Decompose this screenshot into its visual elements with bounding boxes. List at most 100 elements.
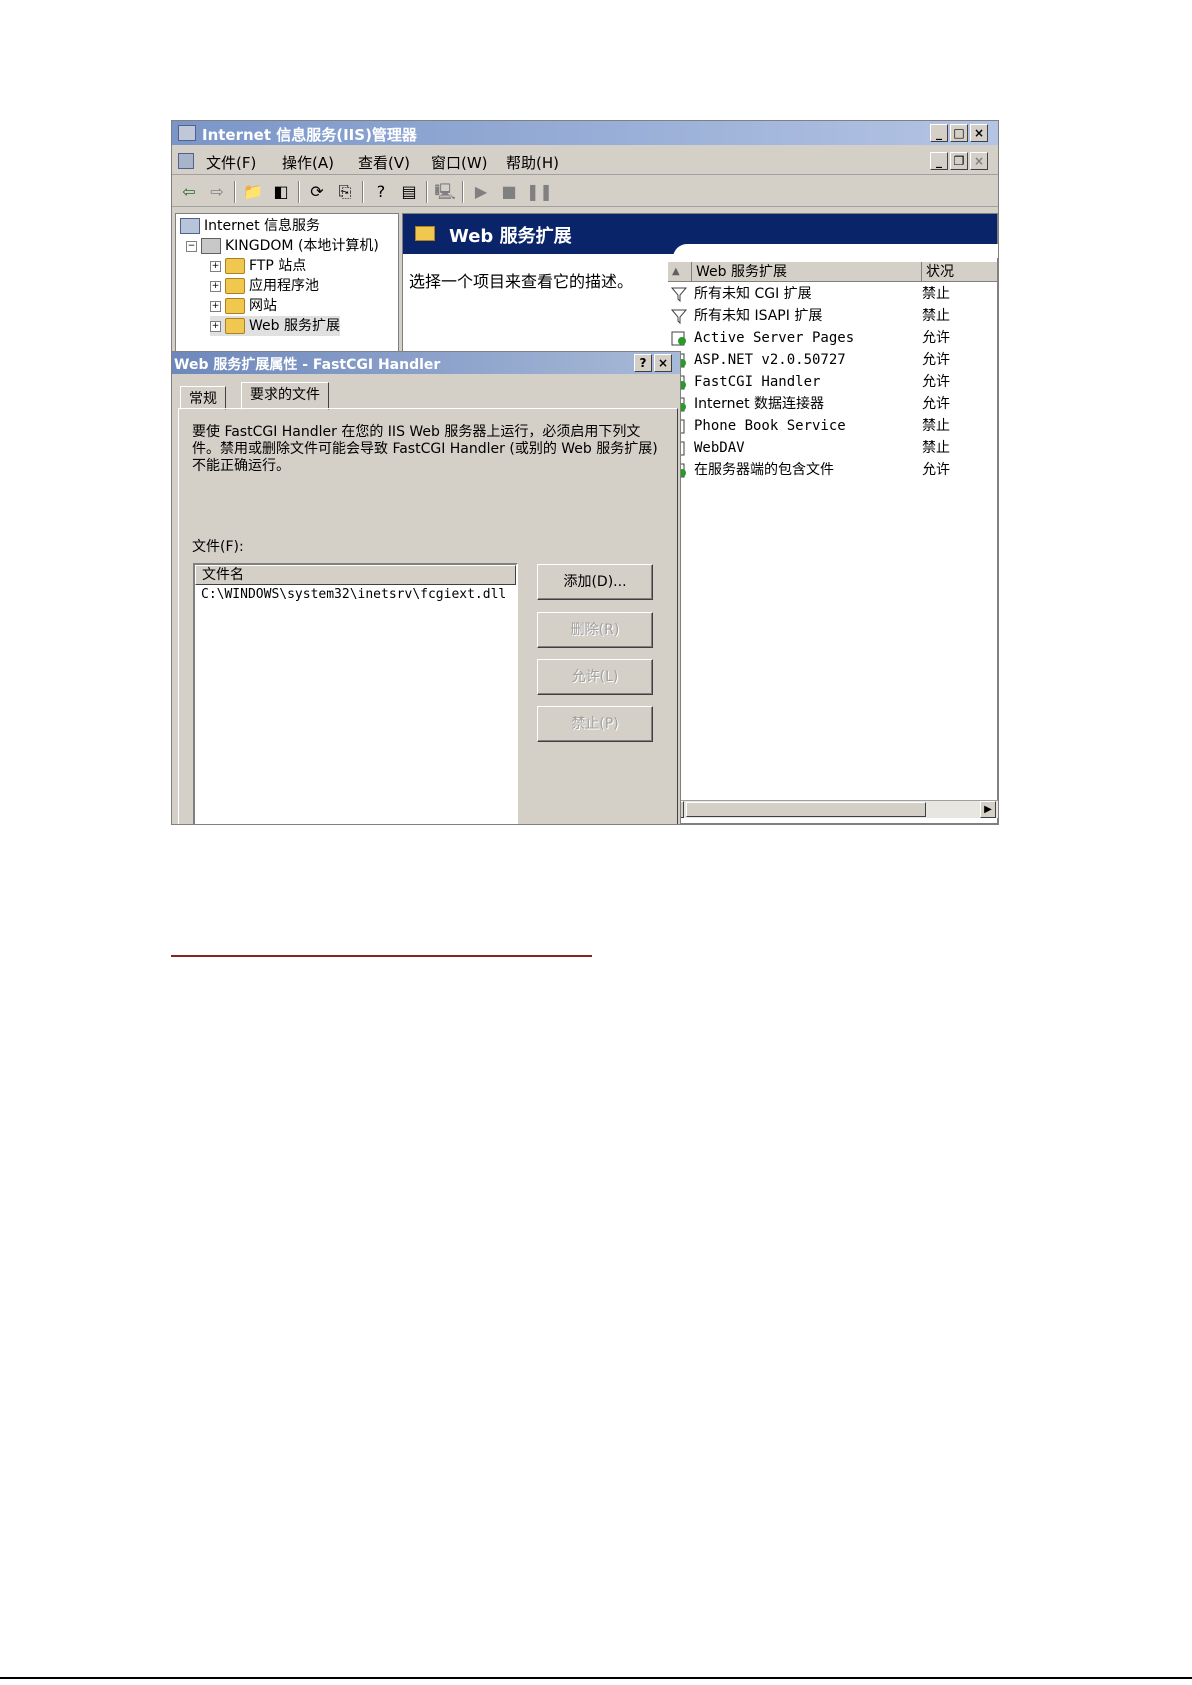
connect-icon[interactable]: 🖳: [434, 181, 456, 203]
tree-item-app-pools[interactable]: + 应用程序池: [210, 276, 319, 296]
show-hide-tree-icon[interactable]: ◧: [270, 181, 292, 203]
list-item[interactable]: Internet 数据连接器 允许: [668, 394, 998, 415]
tree-item-ftp[interactable]: + FTP 站点: [210, 256, 306, 276]
page-bottom-rule: [0, 1677, 1192, 1679]
extension-status: 允许: [922, 374, 950, 390]
prohibit-button[interactable]: 禁止(P): [537, 706, 653, 742]
tree-item-web-service-extensions[interactable]: + Web 服务扩展: [210, 316, 340, 336]
list-item[interactable]: ASP.NET v2.0.50727 允许: [668, 350, 998, 371]
list-item[interactable]: FastCGI Handler 允许: [668, 372, 998, 393]
back-icon[interactable]: ⇦: [178, 181, 200, 203]
maximize-button[interactable]: □: [950, 124, 968, 142]
file-row[interactable]: C:\WINDOWS\system32\inetsrv\fcgiext.dll: [201, 587, 506, 602]
remove-button[interactable]: 删除(R): [537, 612, 653, 648]
menu-view[interactable]: 查看(V): [358, 152, 410, 173]
expand-icon[interactable]: +: [210, 320, 221, 332]
folder-icon: [225, 278, 245, 294]
banner-notch: [673, 244, 998, 258]
mdi-restore-button[interactable]: ❐: [950, 152, 968, 170]
add-button[interactable]: 添加(D)...: [537, 564, 653, 600]
menu-file[interactable]: 文件(F): [206, 152, 256, 173]
collapse-icon[interactable]: −: [186, 240, 197, 252]
play-icon[interactable]: ▶: [470, 181, 492, 203]
tree-item-label: 网站: [249, 298, 277, 314]
close-button[interactable]: ×: [970, 124, 988, 142]
expand-icon[interactable]: +: [210, 280, 221, 292]
files-list[interactable]: 文件名 C:\WINDOWS\system32\inetsrv\fcgiext.…: [193, 563, 518, 824]
list-item[interactable]: 所有未知 ISAPI 扩展 禁止: [668, 306, 998, 327]
horizontal-scrollbar[interactable]: ◀ ▶: [668, 800, 998, 818]
extension-name: Phone Book Service: [694, 418, 846, 434]
main-title-bar[interactable]: Internet 信息服务(IIS)管理器 _ □ ×: [172, 121, 998, 145]
tree-root-label: Internet 信息服务: [204, 218, 321, 234]
extension-name: 在服务器端的包含文件: [694, 462, 834, 478]
menu-window[interactable]: 窗口(W): [431, 152, 488, 173]
list-item[interactable]: 所有未知 CGI 扩展 禁止: [668, 284, 998, 305]
mdi-close-button[interactable]: ×: [970, 152, 988, 170]
up-folder-icon[interactable]: 📁: [242, 181, 264, 203]
toolbar-separator: [234, 181, 236, 203]
extension-status: 禁止: [922, 308, 950, 324]
pause-icon[interactable]: ❚❚: [526, 181, 553, 203]
dialog-title: Web 服务扩展属性 - FastCGI Handler: [174, 357, 441, 373]
scroll-right-icon[interactable]: ▶: [980, 801, 996, 818]
extension-status: 允许: [922, 462, 950, 478]
list-header: ▲ Web 服务扩展 状况: [668, 262, 998, 282]
export-list-icon[interactable]: ⎘: [334, 181, 356, 203]
banner-title: Web 服务扩展: [449, 226, 572, 247]
scrollbar-thumb[interactable]: [686, 802, 926, 817]
extension-status: 允许: [922, 352, 950, 368]
expand-icon[interactable]: +: [210, 300, 221, 312]
menu-action[interactable]: 操作(A): [282, 152, 334, 173]
files-label: 文件(F):: [192, 539, 244, 555]
link-underline[interactable]: [171, 955, 592, 957]
tab-general[interactable]: 常规: [180, 386, 226, 410]
folder-icon: [225, 298, 245, 314]
menu-help[interactable]: 帮助(H): [506, 152, 559, 173]
extension-status: 允许: [922, 396, 950, 412]
dialog-title-bar[interactable]: Web 服务扩展属性 - FastCGI Handler ? ×: [172, 352, 680, 374]
extension-name: WebDAV: [694, 440, 745, 456]
forward-icon[interactable]: ⇨: [206, 181, 228, 203]
column-header-extension[interactable]: Web 服务扩展: [692, 262, 922, 282]
extension-name: 所有未知 CGI 扩展: [694, 286, 812, 302]
toolbar-separator: [462, 181, 464, 203]
list-item[interactable]: 在服务器端的包含文件 允许: [668, 460, 998, 481]
tree-computer[interactable]: − KINGDOM (本地计算机): [186, 236, 379, 256]
menu-bar: 文件(F) 操作(A) 查看(V) 窗口(W) 帮助(H) _ ❐ ×: [172, 147, 998, 175]
extension-status: 禁止: [922, 286, 950, 302]
tree-root[interactable]: Internet 信息服务: [180, 216, 320, 236]
dialog-description: 要使 FastCGI Handler 在您的 IIS Web 服务器上运行，必须…: [192, 424, 658, 474]
extension-status: 禁止: [922, 440, 950, 456]
ftp-folder-icon: [225, 258, 245, 274]
list-item[interactable]: Active Server Pages 允许: [668, 328, 998, 349]
properties-icon[interactable]: ▤: [398, 181, 420, 203]
expand-icon[interactable]: +: [210, 260, 221, 272]
tree-item-websites[interactable]: + 网站: [210, 296, 277, 316]
column-header-filename[interactable]: 文件名: [195, 565, 516, 585]
tree-computer-label: KINGDOM (本地计算机): [225, 238, 379, 254]
help-icon[interactable]: ?: [370, 181, 392, 203]
tab-required-files[interactable]: 要求的文件: [241, 382, 329, 410]
extension-name: Active Server Pages: [694, 330, 855, 346]
folder-icon: [415, 226, 435, 241]
list-item[interactable]: WebDAV 禁止: [668, 438, 998, 459]
column-header-status[interactable]: 状况: [922, 262, 998, 282]
dialog-help-button[interactable]: ?: [634, 354, 652, 372]
minimize-button[interactable]: _: [930, 124, 948, 142]
stop-icon[interactable]: ■: [498, 181, 520, 203]
extension-name: Internet 数据连接器: [694, 396, 825, 412]
filter-icon: [670, 287, 688, 303]
tree-item-label: 应用程序池: [249, 278, 319, 294]
allow-button[interactable]: 允许(L): [537, 659, 653, 695]
dialog-close-button[interactable]: ×: [654, 354, 672, 372]
extension-name: 所有未知 ISAPI 扩展: [694, 308, 823, 324]
mdi-minimize-button[interactable]: _: [930, 152, 948, 170]
extension-status: 禁止: [922, 418, 950, 434]
refresh-icon[interactable]: ⟳: [306, 181, 328, 203]
toolbar-separator: [362, 181, 364, 203]
extension-name: FastCGI Handler: [694, 374, 821, 390]
allowed-extension-icon: [671, 331, 687, 346]
list-item[interactable]: Phone Book Service 禁止: [668, 416, 998, 437]
sort-arrow-icon[interactable]: ▲: [668, 262, 692, 282]
